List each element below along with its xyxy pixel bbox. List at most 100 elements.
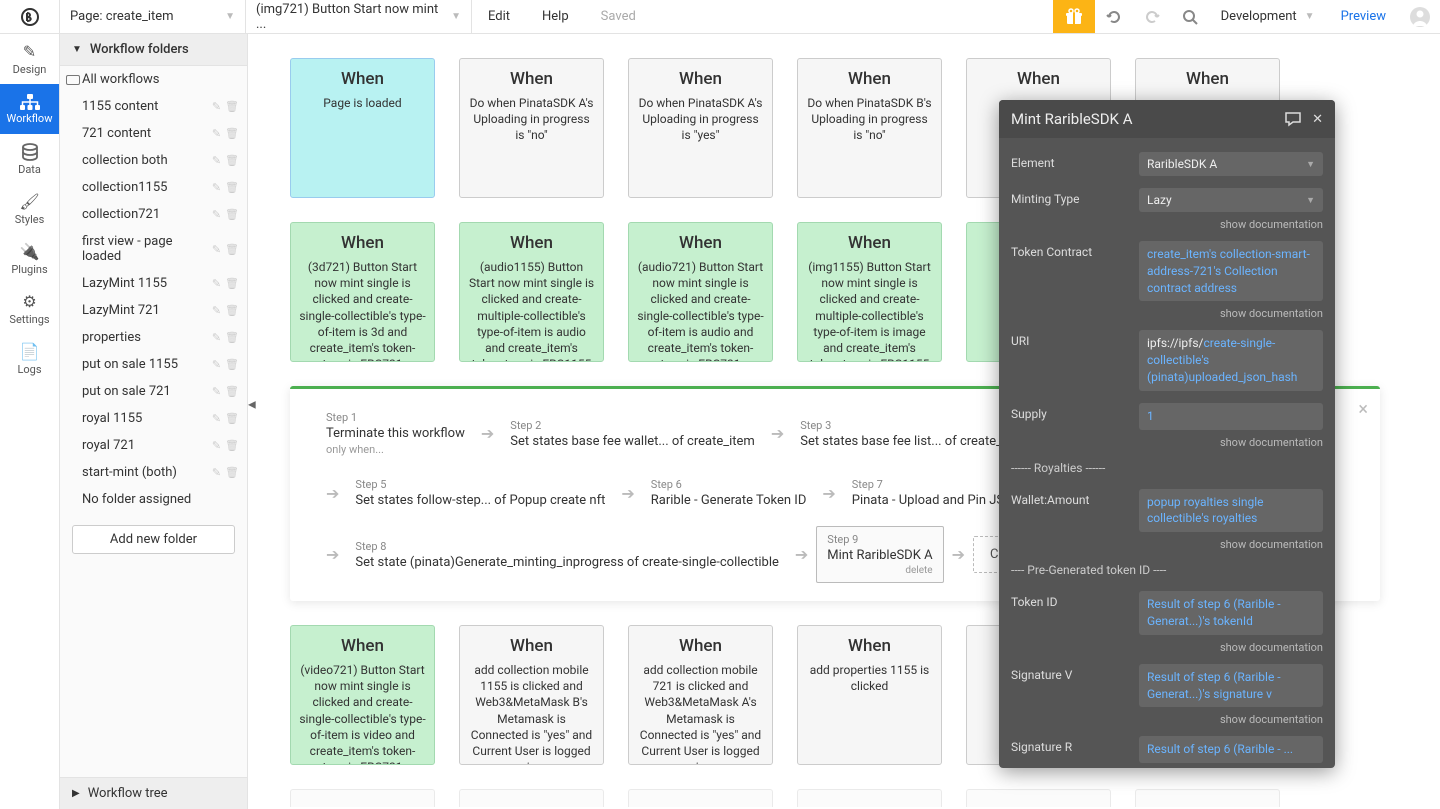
tree-header[interactable]: ▶ Workflow tree: [60, 777, 247, 809]
trash-icon[interactable]: 🗑: [225, 154, 239, 167]
page-selector[interactable]: Page: create_item ▼: [60, 0, 246, 33]
edit-icon[interactable]: ✎: [212, 466, 221, 479]
step-1[interactable]: Step 1 Terminate this workflow only when…: [318, 407, 473, 460]
trash-icon[interactable]: 🗑: [225, 304, 239, 317]
event-card[interactable]: [797, 789, 942, 807]
uri-input[interactable]: ipfs://ipfs/create-single-collectible's …: [1139, 330, 1323, 390]
sigr-input[interactable]: Result of step 6 (Rarible - ...: [1139, 736, 1323, 763]
trash-icon[interactable]: 🗑: [225, 243, 239, 256]
folder-no-folder[interactable]: No folder assigned: [60, 486, 247, 513]
folder-item[interactable]: royal 1155✎🗑: [60, 405, 247, 432]
edit-icon[interactable]: ✎: [212, 127, 221, 140]
trash-icon[interactable]: 🗑: [225, 385, 239, 398]
token-contract-input[interactable]: create_item's collection-smart-address-7…: [1139, 241, 1323, 301]
edit-icon[interactable]: ✎: [212, 385, 221, 398]
show-docs-link[interactable]: show documentation: [999, 713, 1335, 730]
event-card[interactable]: Whenadd collection mobile 721 is clicked…: [628, 625, 773, 765]
step-2[interactable]: Step 2 Set states base fee wallet... of …: [502, 415, 763, 453]
edit-icon[interactable]: ✎: [212, 412, 221, 425]
comment-icon[interactable]: [1284, 110, 1302, 128]
edit-icon[interactable]: ✎: [212, 358, 221, 371]
add-folder-button[interactable]: Add new folder: [72, 525, 235, 554]
folder-item[interactable]: put on sale 1155✎🗑: [60, 351, 247, 378]
show-docs-link[interactable]: show documentation: [999, 436, 1335, 453]
show-docs-link[interactable]: show documentation: [999, 538, 1335, 555]
folder-item[interactable]: collection1155✎🗑: [60, 174, 247, 201]
delete-step[interactable]: delete: [827, 565, 932, 576]
supply-input[interactable]: 1: [1139, 403, 1323, 430]
environment-selector[interactable]: Development ▼: [1209, 0, 1327, 33]
event-card[interactable]: [459, 789, 604, 807]
edit-icon[interactable]: ✎: [212, 439, 221, 452]
trash-icon[interactable]: 🗑: [225, 208, 239, 221]
trash-icon[interactable]: 🗑: [225, 412, 239, 425]
step-8[interactable]: Step 8 Set state (pinata)Generate_mintin…: [347, 536, 786, 574]
event-card[interactable]: Whenadd collection mobile 1155 is clicke…: [459, 625, 604, 765]
folder-item[interactable]: properties✎🗑: [60, 324, 247, 351]
event-card[interactable]: [1135, 789, 1280, 807]
event-card[interactable]: When(img1155) Button Start now mint sing…: [797, 222, 942, 362]
edit-icon[interactable]: ✎: [212, 181, 221, 194]
help-menu[interactable]: Help: [526, 0, 585, 33]
nav-data[interactable]: Data: [0, 134, 59, 184]
folder-item[interactable]: LazyMint 721✎🗑: [60, 297, 247, 324]
event-card[interactable]: WhenDo when PinataSDK A's Uploading in p…: [628, 58, 773, 198]
trash-icon[interactable]: 🗑: [225, 100, 239, 113]
edit-icon[interactable]: ✎: [212, 304, 221, 317]
collapse-sidebar-icon[interactable]: ◀: [248, 399, 256, 410]
wallet-amount-input[interactable]: popup royalties single collectible's roy…: [1139, 489, 1323, 533]
close-icon[interactable]: ✕: [1312, 112, 1323, 127]
event-card[interactable]: [966, 789, 1111, 807]
sigv-input[interactable]: Result of step 6 (Rarible - Generat...)'…: [1139, 664, 1323, 708]
logo[interactable]: [0, 0, 60, 33]
event-card[interactable]: Whenadd properties 1155 is clicked: [797, 625, 942, 765]
edit-icon[interactable]: ✎: [212, 154, 221, 167]
folder-item[interactable]: 1155 content✎🗑: [60, 93, 247, 120]
folder-item[interactable]: 721 content✎🗑: [60, 120, 247, 147]
close-expanded-icon[interactable]: ×: [1358, 399, 1368, 420]
redo-icon[interactable]: [1133, 0, 1171, 33]
show-docs-link[interactable]: show documentation: [999, 641, 1335, 658]
step-9-selected[interactable]: Step 9 Mint RaribleSDK A delete: [816, 526, 943, 583]
nav-logs[interactable]: 📄Logs: [0, 334, 59, 384]
nav-design[interactable]: ✎Design: [0, 34, 59, 84]
element-dropdown[interactable]: RaribleSDK A▼: [1139, 152, 1323, 176]
event-card[interactable]: WhenPage is loaded: [290, 58, 435, 198]
edit-icon[interactable]: ✎: [212, 243, 221, 256]
trash-icon[interactable]: 🗑: [225, 466, 239, 479]
trash-icon[interactable]: 🗑: [225, 358, 239, 371]
event-card[interactable]: WhenDo when PinataSDK B's Uploading in p…: [797, 58, 942, 198]
folder-item[interactable]: royal 721✎🗑: [60, 432, 247, 459]
folder-item[interactable]: first view - page loaded✎🗑: [60, 228, 247, 270]
trash-icon[interactable]: 🗑: [225, 277, 239, 290]
folder-item[interactable]: start-mint (both)✎🗑: [60, 459, 247, 486]
event-card[interactable]: [628, 789, 773, 807]
event-card[interactable]: When(audio721) Button Start now mint sin…: [628, 222, 773, 362]
event-card[interactable]: When(audio1155) Button Start now mint si…: [459, 222, 604, 362]
undo-icon[interactable]: [1095, 0, 1133, 33]
folder-item[interactable]: collection both✎🗑: [60, 147, 247, 174]
properties-header[interactable]: Mint RaribleSDK A ✕: [999, 100, 1335, 138]
step-6[interactable]: Step 6 Rarible - Generate Token ID: [643, 474, 815, 512]
minting-dropdown[interactable]: Lazy▼: [1139, 188, 1323, 212]
nav-settings[interactable]: ⚙Settings: [0, 284, 59, 334]
event-card[interactable]: When(video721) Button Start now mint sin…: [290, 625, 435, 765]
folder-item[interactable]: put on sale 721✎🗑: [60, 378, 247, 405]
folder-item[interactable]: collection721✎🗑: [60, 201, 247, 228]
token-id-input[interactable]: Result of step 6 (Rarible - Generat...)'…: [1139, 591, 1323, 635]
user-avatar[interactable]: [1400, 0, 1440, 33]
edit-icon[interactable]: ✎: [212, 208, 221, 221]
show-docs-link[interactable]: show documentation: [999, 218, 1335, 235]
search-icon[interactable]: [1171, 0, 1209, 33]
nav-plugins[interactable]: 🔌Plugins: [0, 234, 59, 284]
trash-icon[interactable]: 🗑: [225, 439, 239, 452]
edit-icon[interactable]: ✎: [212, 331, 221, 344]
element-selector[interactable]: (img721) Button Start now mint ... ▼: [246, 0, 472, 33]
folder-item[interactable]: LazyMint 1155✎🗑: [60, 270, 247, 297]
folders-header[interactable]: ▼ Workflow folders: [60, 34, 247, 66]
event-card[interactable]: [290, 789, 435, 807]
preview-button[interactable]: Preview: [1327, 0, 1400, 33]
trash-icon[interactable]: 🗑: [225, 331, 239, 344]
edit-icon[interactable]: ✎: [212, 277, 221, 290]
gift-icon[interactable]: [1053, 0, 1095, 33]
